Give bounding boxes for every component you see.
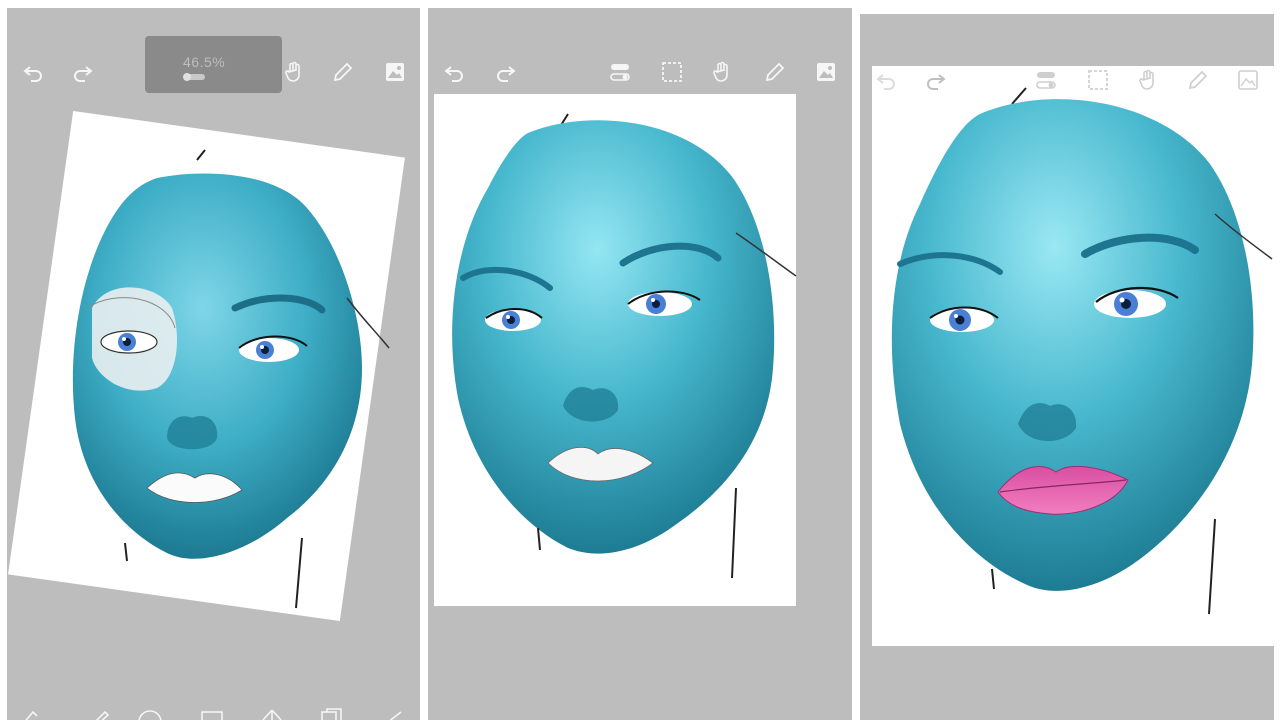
layers-icon	[321, 708, 342, 720]
ellipse-button[interactable]	[137, 706, 165, 720]
brush-settings-button[interactable]	[19, 706, 47, 720]
screenshot-panel-2	[428, 8, 852, 720]
line-button[interactable]	[379, 706, 407, 720]
screenshot-panel-1: 46.5%	[7, 8, 420, 720]
rectangle-button[interactable]	[199, 706, 227, 720]
face-drawing-1	[72, 149, 390, 609]
bottom-toolbar	[7, 704, 420, 720]
arrow-button[interactable]	[259, 706, 287, 720]
brush-settings-icon	[25, 710, 38, 720]
bottom-toolbar	[860, 704, 1274, 720]
screenshot-panel-3	[860, 14, 1274, 720]
ellipse-icon	[138, 710, 162, 720]
bottom-toolbar	[428, 704, 852, 720]
face-drawing-2	[452, 113, 797, 579]
arrow-icon	[262, 709, 282, 720]
layers-button[interactable]	[319, 706, 347, 720]
line-icon	[389, 711, 402, 720]
rectangle-icon	[201, 711, 223, 720]
face-drawing-3	[891, 87, 1273, 615]
pencil-icon	[95, 710, 110, 720]
pencil-button[interactable]	[87, 706, 115, 720]
